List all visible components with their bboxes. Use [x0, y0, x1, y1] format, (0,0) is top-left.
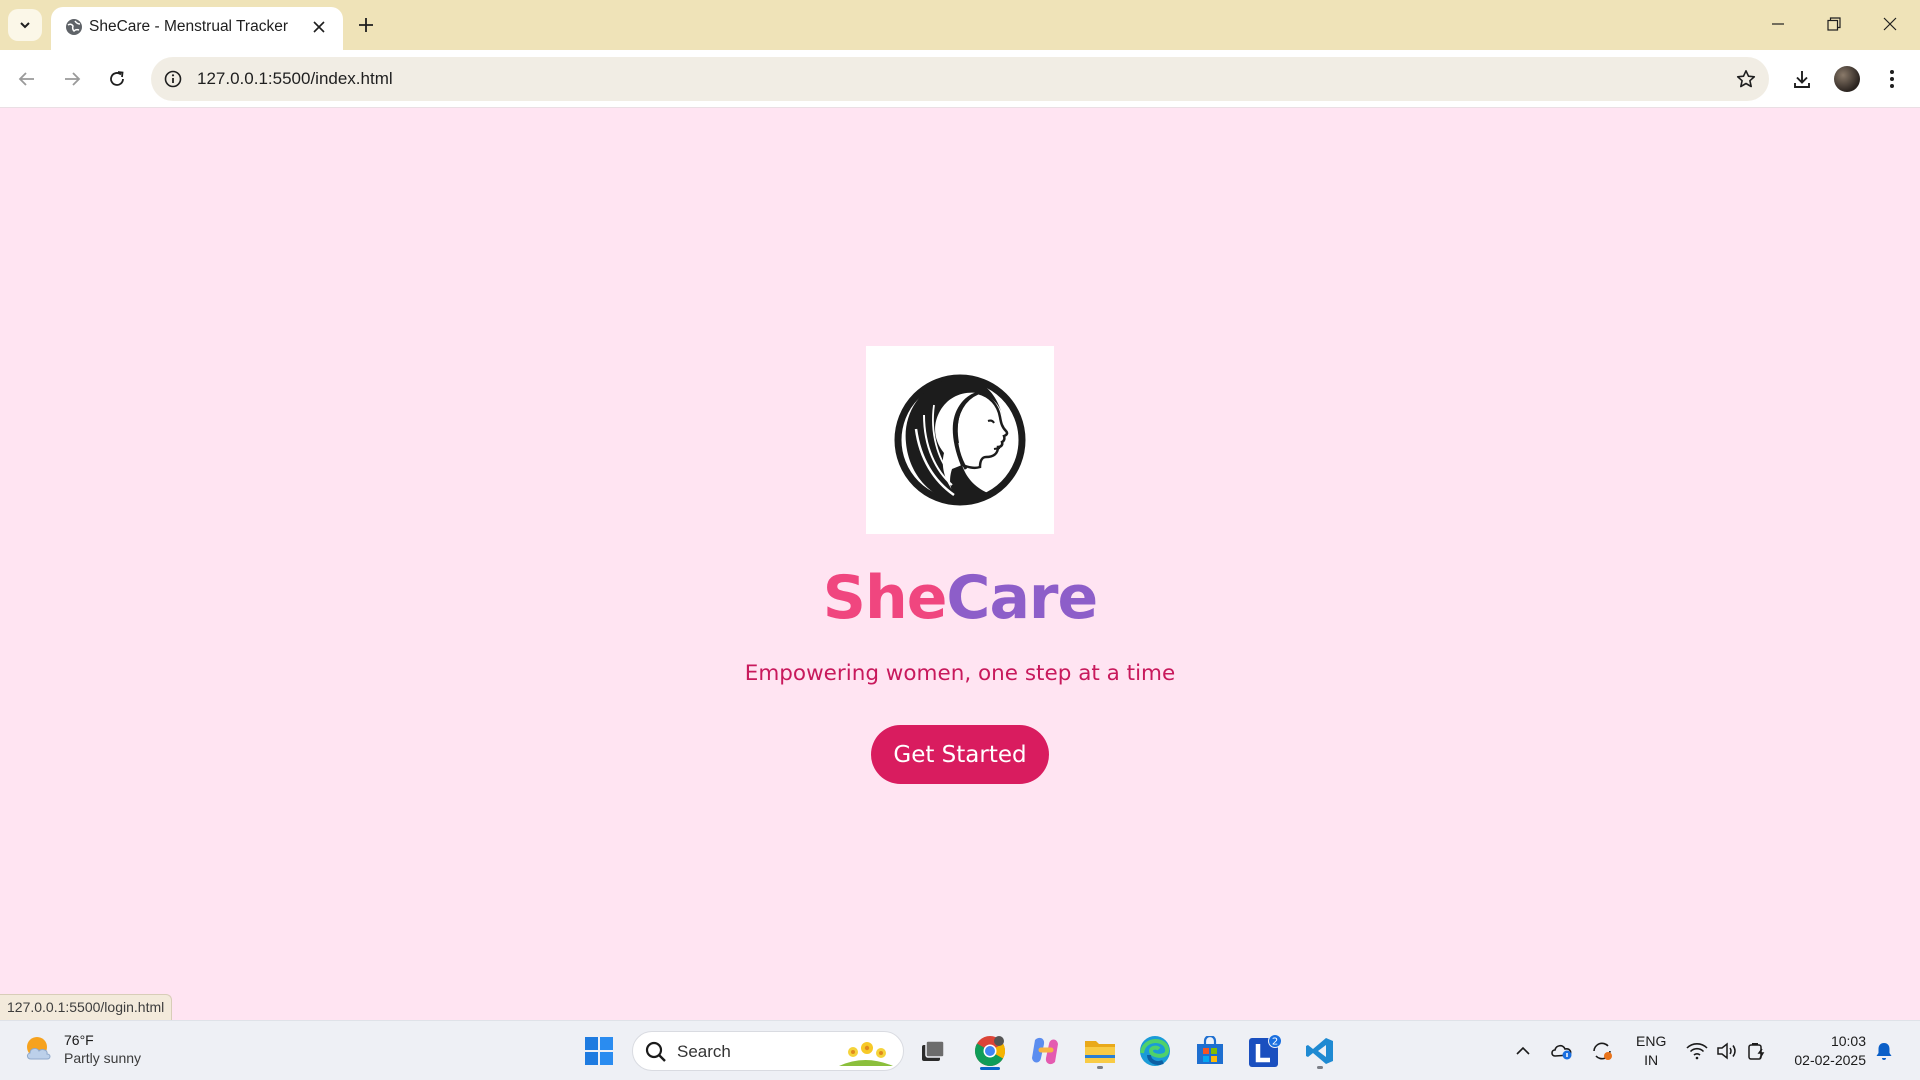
- copilot-icon: [1032, 1037, 1058, 1065]
- tab-close-button[interactable]: [307, 15, 331, 39]
- clock-time: 10:03: [1830, 1033, 1866, 1049]
- star-icon: [1736, 70, 1756, 88]
- page-content: SheCare Empowering women, one step at a …: [0, 108, 1920, 1020]
- back-icon: [18, 72, 34, 86]
- taskbar-l-app[interactable]: 2: [1243, 1029, 1287, 1073]
- battery-icon: [1748, 1043, 1765, 1060]
- bookmark-button[interactable]: [1733, 66, 1759, 92]
- taskbar-search-box[interactable]: Search: [632, 1031, 904, 1071]
- weather-description: Partly sunny: [64, 1050, 142, 1066]
- site-info-button[interactable]: [161, 67, 185, 91]
- close-icon: [313, 21, 325, 33]
- task-view-icon: [922, 1040, 945, 1061]
- browser-menu-button[interactable]: [1875, 62, 1909, 96]
- region-code: IN: [1644, 1052, 1659, 1068]
- search-highlight-flowers-icon: [839, 1042, 893, 1066]
- reload-button[interactable]: [100, 62, 134, 96]
- onedrive-icon: [1551, 1044, 1572, 1060]
- weather-widget[interactable]: 76°F Partly sunny: [22, 1031, 141, 1067]
- address-bar[interactable]: 127.0.0.1:5500/index.html: [151, 57, 1769, 101]
- start-button[interactable]: [577, 1029, 621, 1073]
- get-started-button[interactable]: Get Started: [871, 725, 1049, 784]
- plus-icon: [359, 18, 373, 32]
- download-icon: [1794, 71, 1810, 88]
- windows-start-icon: [585, 1037, 613, 1065]
- chrome-icon: [975, 1036, 1006, 1067]
- tagline: Empowering women, one step at a time: [744, 661, 1176, 686]
- notifications-button[interactable]: [1870, 1037, 1898, 1065]
- browser-tab-active[interactable]: SheCare - Menstrual Tracker: [51, 7, 343, 50]
- language-indicator[interactable]: ENG IN: [1636, 1032, 1666, 1070]
- url-text[interactable]: 127.0.0.1:5500/index.html: [197, 69, 393, 89]
- wifi-icon: [1686, 1043, 1708, 1060]
- volume-tray[interactable]: [1713, 1037, 1741, 1065]
- task-view-button[interactable]: [911, 1029, 955, 1073]
- file-explorer-icon: [1085, 1041, 1115, 1063]
- running-indicator: [1097, 1066, 1103, 1069]
- woman-profile-logo-icon: [894, 374, 1026, 506]
- profile-button[interactable]: [1830, 62, 1864, 96]
- brand-logo: [866, 346, 1054, 534]
- restore-button[interactable]: [1806, 0, 1862, 48]
- taskbar-file-explorer[interactable]: [1078, 1029, 1122, 1073]
- network-tray[interactable]: [1683, 1037, 1711, 1065]
- vscode-icon: [1306, 1038, 1333, 1064]
- volume-icon: [1717, 1042, 1736, 1060]
- language-code: ENG: [1636, 1033, 1667, 1049]
- taskbar-edge[interactable]: [1133, 1029, 1177, 1073]
- active-indicator: [980, 1067, 1000, 1070]
- minimize-button[interactable]: [1750, 0, 1806, 48]
- windows-taskbar: 76°F Partly sunny Search 2 ENG IN 10:03 …: [0, 1020, 1920, 1080]
- avatar: [1834, 66, 1860, 92]
- reload-icon: [110, 71, 124, 86]
- tab-title: SheCare - Menstrual Tracker: [89, 18, 288, 35]
- taskbar-copilot[interactable]: [1023, 1029, 1067, 1073]
- back-button[interactable]: [10, 62, 44, 96]
- new-tab-button[interactable]: [351, 10, 381, 40]
- kebab-menu-icon: [1890, 70, 1894, 88]
- battery-tray[interactable]: [1743, 1037, 1771, 1065]
- brand-title-care: Care: [946, 563, 1098, 633]
- clock-date: 02-02-2025: [1794, 1052, 1866, 1068]
- brand-title-she: She: [822, 563, 948, 633]
- tab-search-icon: [20, 22, 30, 29]
- clock[interactable]: 10:03 02-02-2025: [1786, 1032, 1866, 1070]
- sync-tray[interactable]: [1588, 1037, 1616, 1065]
- running-indicator: [1317, 1066, 1323, 1069]
- close-window-button[interactable]: [1862, 0, 1918, 48]
- tab-search-button[interactable]: [8, 9, 42, 41]
- l-app-icon: 2: [1249, 1034, 1282, 1067]
- info-icon: [164, 70, 182, 88]
- store-icon: [1197, 1036, 1223, 1064]
- taskbar-search-placeholder: Search: [677, 1042, 731, 1061]
- brand-title: SheCare: [0, 563, 1920, 633]
- globe-icon: [66, 19, 82, 35]
- taskbar-chrome[interactable]: [968, 1029, 1012, 1073]
- forward-icon: [65, 72, 81, 86]
- chevron-up-icon: [1516, 1046, 1530, 1055]
- forward-button[interactable]: [55, 62, 89, 96]
- taskbar-vscode[interactable]: [1298, 1029, 1342, 1073]
- weather-icon: [27, 1037, 51, 1060]
- app-badge: 2: [1272, 1037, 1278, 1048]
- taskbar-store[interactable]: [1188, 1029, 1232, 1073]
- close-icon: [1883, 17, 1897, 31]
- sync-icon: [1593, 1042, 1612, 1060]
- downloads-button[interactable]: [1785, 62, 1819, 96]
- edge-icon: [1140, 1036, 1170, 1066]
- browser-toolbar: 127.0.0.1:5500/index.html: [0, 50, 1920, 108]
- weather-temperature: 76°F: [64, 1032, 94, 1048]
- restore-icon: [1827, 17, 1841, 31]
- status-bar-link-preview: 127.0.0.1:5500/login.html: [0, 994, 173, 1020]
- browser-tabstrip: SheCare - Menstrual Tracker: [0, 0, 1920, 50]
- show-hidden-icons-button[interactable]: [1509, 1037, 1537, 1065]
- onedrive-tray[interactable]: [1548, 1037, 1576, 1065]
- bell-icon: [1876, 1043, 1892, 1060]
- minimize-icon: [1772, 23, 1784, 25]
- search-icon: [645, 1041, 666, 1062]
